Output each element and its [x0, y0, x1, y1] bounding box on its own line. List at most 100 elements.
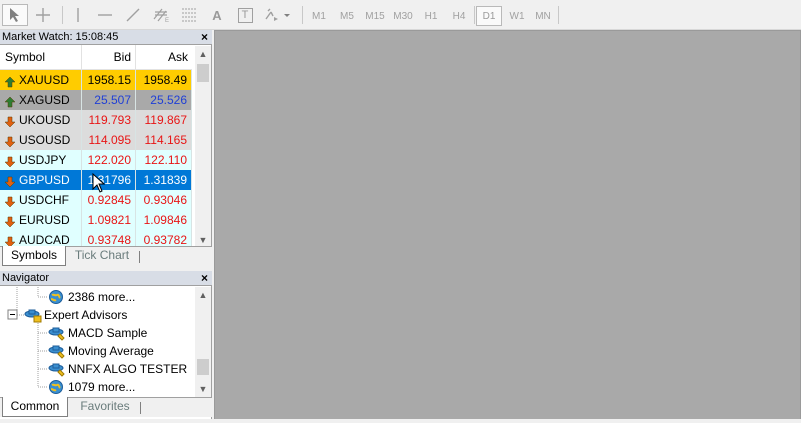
navigator-item[interactable]: 2386 more...	[48, 288, 135, 306]
toolbar: E A T M1 M5 M15 M30 H1 H4 D1 W1 MN	[0, 0, 801, 30]
close-icon[interactable]: ×	[201, 30, 208, 44]
symbol-name: USDCHF	[19, 193, 69, 207]
market-watch-row[interactable]: XAUUSD 1958.15 1958.49	[0, 70, 192, 90]
symbol-cell: XAUUSD	[0, 70, 82, 90]
market-watch-title-bar: Market Watch: 15:08:45 ×	[0, 30, 212, 45]
scrollbar-thumb[interactable]	[197, 359, 209, 375]
symbol-cell: USDCHF	[0, 190, 82, 210]
navigator-item-label: MACD Sample	[68, 326, 148, 340]
tab-common[interactable]: Common	[2, 397, 68, 417]
bid-cell: 0.92845	[82, 190, 136, 210]
globe-icon	[48, 379, 64, 395]
market-watch-scrollbar[interactable]: ▲ ▼	[195, 46, 211, 250]
timeframe-h1[interactable]: H1	[418, 6, 444, 26]
svg-text:E: E	[165, 18, 169, 23]
symbol-cell: GBPUSD	[0, 170, 82, 190]
bid-cell: 1958.15	[82, 70, 136, 90]
bid-cell: 122.020	[82, 150, 136, 170]
symbol-name: EURUSD	[19, 213, 70, 227]
timeframe-m30[interactable]: M30	[390, 6, 416, 26]
crosshair-icon[interactable]	[32, 4, 54, 26]
tab-symbols[interactable]: Symbols	[2, 246, 66, 266]
chart-workspace[interactable]	[214, 30, 801, 420]
navigator-item-label: Moving Average	[68, 344, 154, 358]
arrow-up-icon	[4, 94, 16, 108]
text-tool-icon[interactable]: A	[206, 4, 228, 26]
market-watch-row[interactable]: UKOUSD 119.793 119.867	[0, 110, 192, 130]
market-watch-row[interactable]: USDJPY 122.020 122.110	[0, 150, 192, 170]
tab-tick-chart[interactable]: Tick Chart	[68, 246, 136, 266]
ask-cell: 1958.49	[136, 70, 192, 90]
market-watch-header: Symbol Bid Ask	[0, 45, 192, 70]
market-watch-row[interactable]: EURUSD 1.09821 1.09846	[0, 210, 192, 230]
close-icon[interactable]: ×	[201, 271, 208, 285]
vertical-line-icon[interactable]	[68, 4, 88, 26]
symbol-name: UKOUSD	[19, 113, 71, 127]
ask-cell: 119.867	[136, 110, 192, 130]
arrows-dropdown-icon[interactable]	[262, 4, 292, 26]
scroll-up-icon[interactable]: ▲	[195, 287, 211, 303]
expert-icon	[48, 343, 65, 359]
column-header-symbol[interactable]: Symbol	[0, 45, 82, 70]
globe-icon	[48, 289, 64, 305]
navigator-item[interactable]: MACD Sample	[48, 324, 147, 342]
timeframe-h4[interactable]: H4	[446, 6, 472, 26]
market-watch-rows: XAUUSD 1958.15 1958.49 XAGUSD 25.507 25.526 UK…	[0, 70, 192, 250]
arrow-up-icon	[4, 74, 16, 88]
symbol-cell: USOUSD	[0, 130, 82, 150]
arrow-down-icon	[4, 194, 16, 208]
arrow-down-icon	[4, 174, 16, 188]
expert-icon	[48, 361, 65, 377]
column-header-ask[interactable]: Ask	[136, 45, 192, 70]
navigator-item-label: 1079 more...	[68, 380, 136, 394]
timeframe-m1[interactable]: M1	[306, 6, 332, 26]
scrollbar-thumb[interactable]	[197, 64, 209, 82]
symbol-name: USOUSD	[19, 133, 71, 147]
symbol-name: XAUUSD	[19, 73, 70, 87]
symbol-cell: USDJPY	[0, 150, 82, 170]
arrow-down-icon	[4, 154, 16, 168]
ask-cell: 1.31839	[136, 170, 192, 190]
symbol-name: GBPUSD	[19, 173, 70, 187]
navigator-item[interactable]: Expert Advisors	[24, 306, 127, 324]
market-watch-title: Market Watch: 15:08:45	[2, 31, 119, 43]
ask-cell: 1.09846	[136, 210, 192, 230]
symbol-cell: UKOUSD	[0, 110, 82, 130]
arrow-down-icon	[4, 234, 16, 248]
bid-cell: 1.31796	[82, 170, 136, 190]
navigator-tabs: Common Favorites	[0, 397, 212, 417]
timeframe-m15[interactable]: M15	[362, 6, 388, 26]
market-watch-row[interactable]: XAGUSD 25.507 25.526	[0, 90, 192, 110]
market-watch-tabs: Symbols Tick Chart	[0, 246, 212, 266]
column-header-bid[interactable]: Bid	[82, 45, 136, 70]
market-watch-row[interactable]: USOUSD 114.095 114.165	[0, 130, 192, 150]
text-label-icon[interactable]: T	[234, 4, 256, 26]
fibonacci-icon[interactable]	[178, 4, 200, 26]
navigator-scrollbar[interactable]: ▲ ▼	[195, 287, 211, 397]
navigator-panel: Navigator × 2386 more... Expert Advisors M…	[0, 271, 212, 419]
equidistant-channel-icon[interactable]: E	[150, 4, 172, 26]
navigator-title-bar: Navigator ×	[0, 271, 212, 286]
cursor-arrow-icon[interactable]	[4, 4, 26, 26]
timeframe-w1[interactable]: W1	[504, 6, 530, 26]
navigator-item[interactable]: 1079 more...	[48, 378, 135, 396]
navigator-item[interactable]: Moving Average	[48, 342, 154, 360]
scroll-up-icon[interactable]: ▲	[195, 46, 211, 62]
expert-advisors-icon	[24, 307, 42, 323]
ask-cell: 0.93046	[136, 190, 192, 210]
trendline-icon[interactable]	[122, 4, 144, 26]
timeframe-m5[interactable]: M5	[334, 6, 360, 26]
tab-favorites[interactable]: Favorites	[72, 397, 138, 417]
ask-cell: 114.165	[136, 130, 192, 150]
navigator-item[interactable]: NNFX ALGO TESTER	[48, 360, 187, 378]
arrow-down-icon	[4, 214, 16, 228]
mouse-pointer-icon	[92, 172, 106, 196]
horizontal-line-icon[interactable]	[94, 4, 116, 26]
timeframe-d1[interactable]: D1	[476, 6, 502, 26]
timeframe-mn[interactable]: MN	[530, 6, 556, 26]
scroll-down-icon[interactable]: ▼	[195, 381, 211, 397]
symbol-cell: EURUSD	[0, 210, 82, 230]
navigator-item-label: Expert Advisors	[44, 308, 128, 322]
arrow-down-icon	[4, 134, 16, 148]
navigator-title: Navigator	[2, 272, 50, 284]
